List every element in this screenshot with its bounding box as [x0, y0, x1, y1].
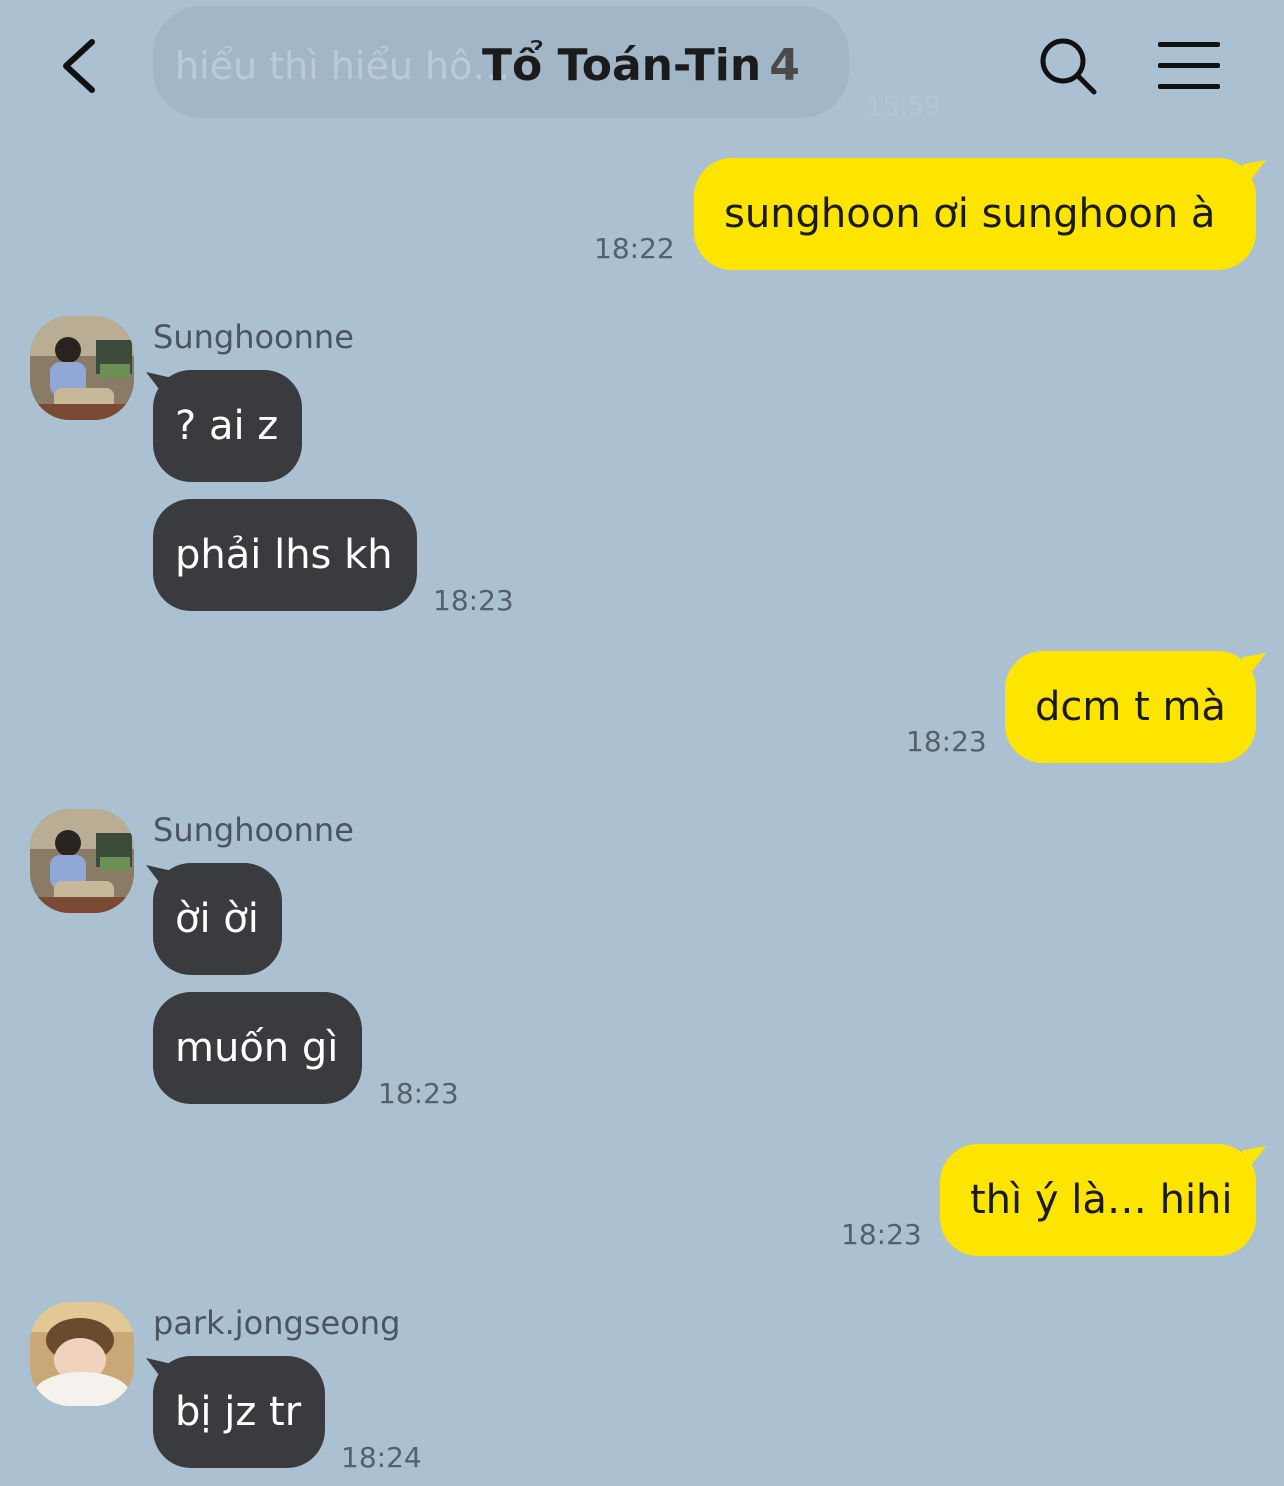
menu-button[interactable]	[1156, 40, 1222, 92]
sunghoonne-avatar-image	[30, 809, 134, 913]
chat-header: hiểu thì hiểu hô… 15:59 Tổ Toán-Tin 4	[0, 0, 1284, 130]
incoming-message[interactable]: ời ời	[153, 863, 282, 975]
avatar[interactable]	[30, 809, 134, 913]
message-time: 18:24	[341, 1441, 422, 1474]
member-count: 4	[769, 40, 800, 91]
sender-name: park.jongseong	[153, 1304, 401, 1342]
message-time: 18:23	[906, 725, 987, 758]
message-time: 18:23	[841, 1218, 922, 1251]
chat-title: Tổ Toán-Tin 4	[482, 40, 800, 91]
park-jongseong-avatar-image	[30, 1302, 134, 1406]
message-time: 18:22	[594, 232, 675, 265]
incoming-message[interactable]: muốn gì	[153, 992, 362, 1104]
back-button[interactable]	[56, 34, 112, 98]
outgoing-message[interactable]: dcm t mà	[1005, 651, 1256, 763]
sender-name: Sunghoonne	[153, 318, 354, 356]
back-chevron-icon	[63, 39, 95, 93]
avatar[interactable]	[30, 316, 134, 420]
outgoing-message[interactable]: thì ý là… hihi	[940, 1144, 1256, 1256]
message-time: 18:23	[378, 1077, 459, 1110]
sunghoonne-avatar-image	[30, 316, 134, 420]
message-time: 18:23	[433, 584, 514, 617]
incoming-message[interactable]: ? ai z	[153, 370, 302, 482]
sender-name: Sunghoonne	[153, 811, 354, 849]
incoming-message[interactable]: bị jz tr	[153, 1356, 325, 1468]
scrolled-message-time: 15:59	[866, 92, 941, 122]
search-icon	[1040, 38, 1097, 95]
chat-name: Tổ Toán-Tin	[482, 40, 762, 91]
menu-icon	[1158, 42, 1220, 89]
outgoing-message[interactable]: sunghoon ơi sunghoon à	[694, 158, 1256, 270]
scrolled-message-text: hiểu thì hiểu hô…	[175, 44, 511, 88]
avatar[interactable]	[30, 1302, 134, 1406]
search-button[interactable]	[1036, 34, 1100, 98]
incoming-message[interactable]: phải lhs kh	[153, 499, 417, 611]
